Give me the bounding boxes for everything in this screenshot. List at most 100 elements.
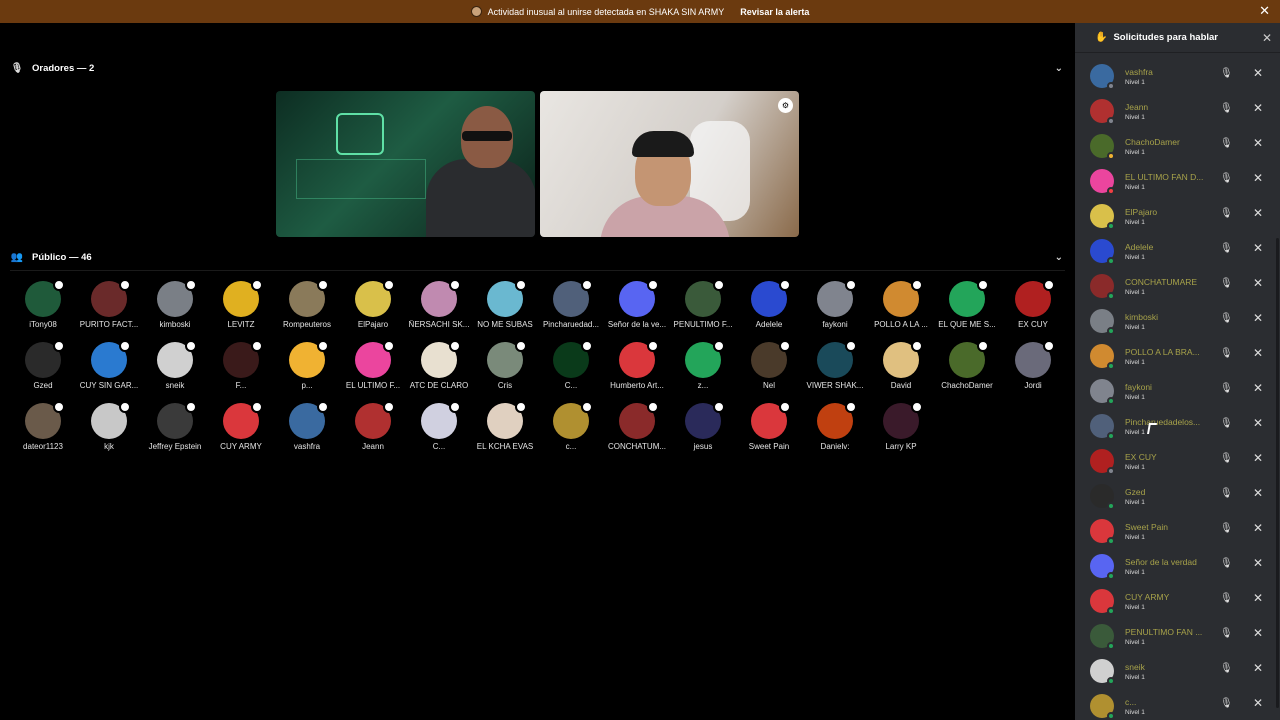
- dismiss-icon[interactable]: ✕: [1253, 101, 1263, 115]
- audience-member[interactable]: Jeann: [340, 401, 406, 463]
- audience-member[interactable]: jesus: [670, 401, 736, 463]
- audience-member[interactable]: iTony08: [10, 279, 76, 341]
- audience-member[interactable]: dateor1123: [10, 401, 76, 463]
- invite-to-speak-icon[interactable]: 🎙: [1220, 208, 1233, 219]
- speak-request-row[interactable]: Jeann Nivel 1 🎙 ✕: [1075, 95, 1275, 130]
- dismiss-icon[interactable]: ✕: [1253, 311, 1263, 325]
- dismiss-icon[interactable]: ✕: [1253, 696, 1263, 710]
- dismiss-icon[interactable]: ✕: [1253, 451, 1263, 465]
- speak-request-row[interactable]: Señor de la verdad Nivel 1 🎙 ✕: [1075, 550, 1275, 585]
- dismiss-icon[interactable]: ✕: [1253, 66, 1263, 80]
- audience-member[interactable]: p...: [274, 340, 340, 402]
- audience-member[interactable]: NO ME SUBAS: [472, 279, 538, 341]
- close-icon[interactable]: ✕: [1259, 4, 1270, 18]
- speak-request-row[interactable]: sneik Nivel 1 🎙 ✕: [1075, 655, 1275, 690]
- chevron-down-icon[interactable]: ⌄: [1055, 252, 1063, 263]
- audience-member[interactable]: Rompeuteros: [274, 279, 340, 341]
- invite-to-speak-icon[interactable]: 🎙: [1220, 698, 1233, 709]
- audience-member[interactable]: C...: [406, 401, 472, 463]
- dismiss-icon[interactable]: ✕: [1253, 276, 1263, 290]
- invite-to-speak-icon[interactable]: 🎙: [1220, 348, 1233, 359]
- invite-to-speak-icon[interactable]: 🎙: [1220, 383, 1233, 394]
- speak-request-row[interactable]: CONCHATUMARE Nivel 1 🎙 ✕: [1075, 270, 1275, 305]
- audience-member[interactable]: ChachoDamer: [934, 340, 1000, 402]
- invite-to-speak-icon[interactable]: 🎙: [1220, 313, 1233, 324]
- audience-member[interactable]: VIWER SHAK...: [802, 340, 868, 402]
- audience-member[interactable]: Jeffrey Epstein: [142, 401, 208, 463]
- audience-member[interactable]: Danielv:: [802, 401, 868, 463]
- dismiss-icon[interactable]: ✕: [1253, 171, 1263, 185]
- dismiss-icon[interactable]: ✕: [1253, 241, 1263, 255]
- audience-member[interactable]: CONCHATUM...: [604, 401, 670, 463]
- audience-member[interactable]: Humberto Art...: [604, 340, 670, 402]
- speak-request-row[interactable]: Pincharuedadelos... Nivel 1 🎙 ✕: [1075, 410, 1275, 445]
- audience-member[interactable]: Cris: [472, 340, 538, 402]
- audience-member[interactable]: Pincharuedad...: [538, 279, 604, 341]
- dismiss-icon[interactable]: ✕: [1253, 206, 1263, 220]
- audience-member[interactable]: EX CUY: [1000, 279, 1066, 341]
- invite-to-speak-icon[interactable]: 🎙: [1220, 523, 1233, 534]
- speak-request-row[interactable]: EX CUY Nivel 1 🎙 ✕: [1075, 445, 1275, 480]
- audience-member[interactable]: POLLO A LA ...: [868, 279, 934, 341]
- invite-to-speak-icon[interactable]: 🎙: [1220, 243, 1233, 254]
- dismiss-icon[interactable]: ✕: [1253, 416, 1263, 430]
- audience-member[interactable]: CUY ARMY: [208, 401, 274, 463]
- speak-request-row[interactable]: CUY ARMY Nivel 1 🎙 ✕: [1075, 585, 1275, 620]
- speak-request-row[interactable]: PENULTIMO FAN ... Nivel 1 🎙 ✕: [1075, 620, 1275, 655]
- invite-to-speak-icon[interactable]: 🎙: [1220, 453, 1233, 464]
- audience-member[interactable]: EL KCHA EVAS: [472, 401, 538, 463]
- audience-member[interactable]: faykoni: [802, 279, 868, 341]
- invite-to-speak-icon[interactable]: 🎙: [1220, 418, 1233, 429]
- dismiss-icon[interactable]: ✕: [1253, 136, 1263, 150]
- dismiss-icon[interactable]: ✕: [1253, 626, 1263, 640]
- speak-request-row[interactable]: faykoni Nivel 1 🎙 ✕: [1075, 375, 1275, 410]
- audience-member[interactable]: Adelele: [736, 279, 802, 341]
- audience-member[interactable]: F...: [208, 340, 274, 402]
- audience-member[interactable]: Larry KP: [868, 401, 934, 463]
- chevron-down-icon[interactable]: ⌄: [1055, 63, 1063, 74]
- audience-member[interactable]: kjk: [76, 401, 142, 463]
- speaker-video-1[interactable]: [276, 91, 535, 237]
- dismiss-icon[interactable]: ✕: [1253, 346, 1263, 360]
- audience-member[interactable]: Sweet Pain: [736, 401, 802, 463]
- speakers-header[interactable]: 🎙 Oradores — 2 ⌄: [10, 58, 1065, 78]
- audience-member[interactable]: Señor de la ve...: [604, 279, 670, 341]
- dismiss-icon[interactable]: ✕: [1253, 591, 1263, 605]
- speak-request-row[interactable]: vashfra Nivel 1 🎙 ✕: [1075, 60, 1275, 95]
- dismiss-icon[interactable]: ✕: [1253, 521, 1263, 535]
- audience-member[interactable]: ATC DE CLARO: [406, 340, 472, 402]
- speak-request-row[interactable]: EL ULTIMO FAN D... Nivel 1 🎙 ✕: [1075, 165, 1275, 200]
- audience-member[interactable]: kimboski: [142, 279, 208, 341]
- speak-request-row[interactable]: Gzed Nivel 1 🎙 ✕: [1075, 480, 1275, 515]
- audience-member[interactable]: Nel: [736, 340, 802, 402]
- invite-to-speak-icon[interactable]: 🎙: [1220, 68, 1233, 79]
- scrollbar[interactable]: [1276, 238, 1279, 708]
- audience-member[interactable]: CUY SIN GAR...: [76, 340, 142, 402]
- speak-request-row[interactable]: c... Nivel 1 🎙 ✕: [1075, 690, 1275, 720]
- audience-member[interactable]: Gzed: [10, 340, 76, 402]
- audience-member[interactable]: EL QUE ME S...: [934, 279, 1000, 341]
- audience-member[interactable]: LEVITZ: [208, 279, 274, 341]
- invite-to-speak-icon[interactable]: 🎙: [1220, 558, 1233, 569]
- audience-member[interactable]: EL ULTIMO F...: [340, 340, 406, 402]
- invite-to-speak-icon[interactable]: 🎙: [1220, 138, 1233, 149]
- dismiss-icon[interactable]: ✕: [1253, 556, 1263, 570]
- audience-member[interactable]: David: [868, 340, 934, 402]
- speak-request-row[interactable]: kimboski Nivel 1 🎙 ✕: [1075, 305, 1275, 340]
- review-alert-link[interactable]: Revisar la alerta: [740, 7, 809, 17]
- speak-request-row[interactable]: POLLO A LA BRA... Nivel 1 🎙 ✕: [1075, 340, 1275, 375]
- speak-request-row[interactable]: ElPajaro Nivel 1 🎙 ✕: [1075, 200, 1275, 235]
- audience-member[interactable]: ÑERSACHI SK...: [406, 279, 472, 341]
- invite-to-speak-icon[interactable]: 🎙: [1220, 663, 1233, 674]
- settings-icon[interactable]: ⚙: [778, 98, 793, 113]
- invite-to-speak-icon[interactable]: 🎙: [1220, 278, 1233, 289]
- audience-member[interactable]: ElPajaro: [340, 279, 406, 341]
- audience-member[interactable]: c...: [538, 401, 604, 463]
- invite-to-speak-icon[interactable]: 🎙: [1220, 103, 1233, 114]
- dismiss-icon[interactable]: ✕: [1253, 486, 1263, 500]
- audience-member[interactable]: PENULTIMO F...: [670, 279, 736, 341]
- speak-request-row[interactable]: Sweet Pain Nivel 1 🎙 ✕: [1075, 515, 1275, 550]
- invite-to-speak-icon[interactable]: 🎙: [1220, 173, 1233, 184]
- audience-member[interactable]: Jordi: [1000, 340, 1066, 402]
- dismiss-icon[interactable]: ✕: [1253, 381, 1263, 395]
